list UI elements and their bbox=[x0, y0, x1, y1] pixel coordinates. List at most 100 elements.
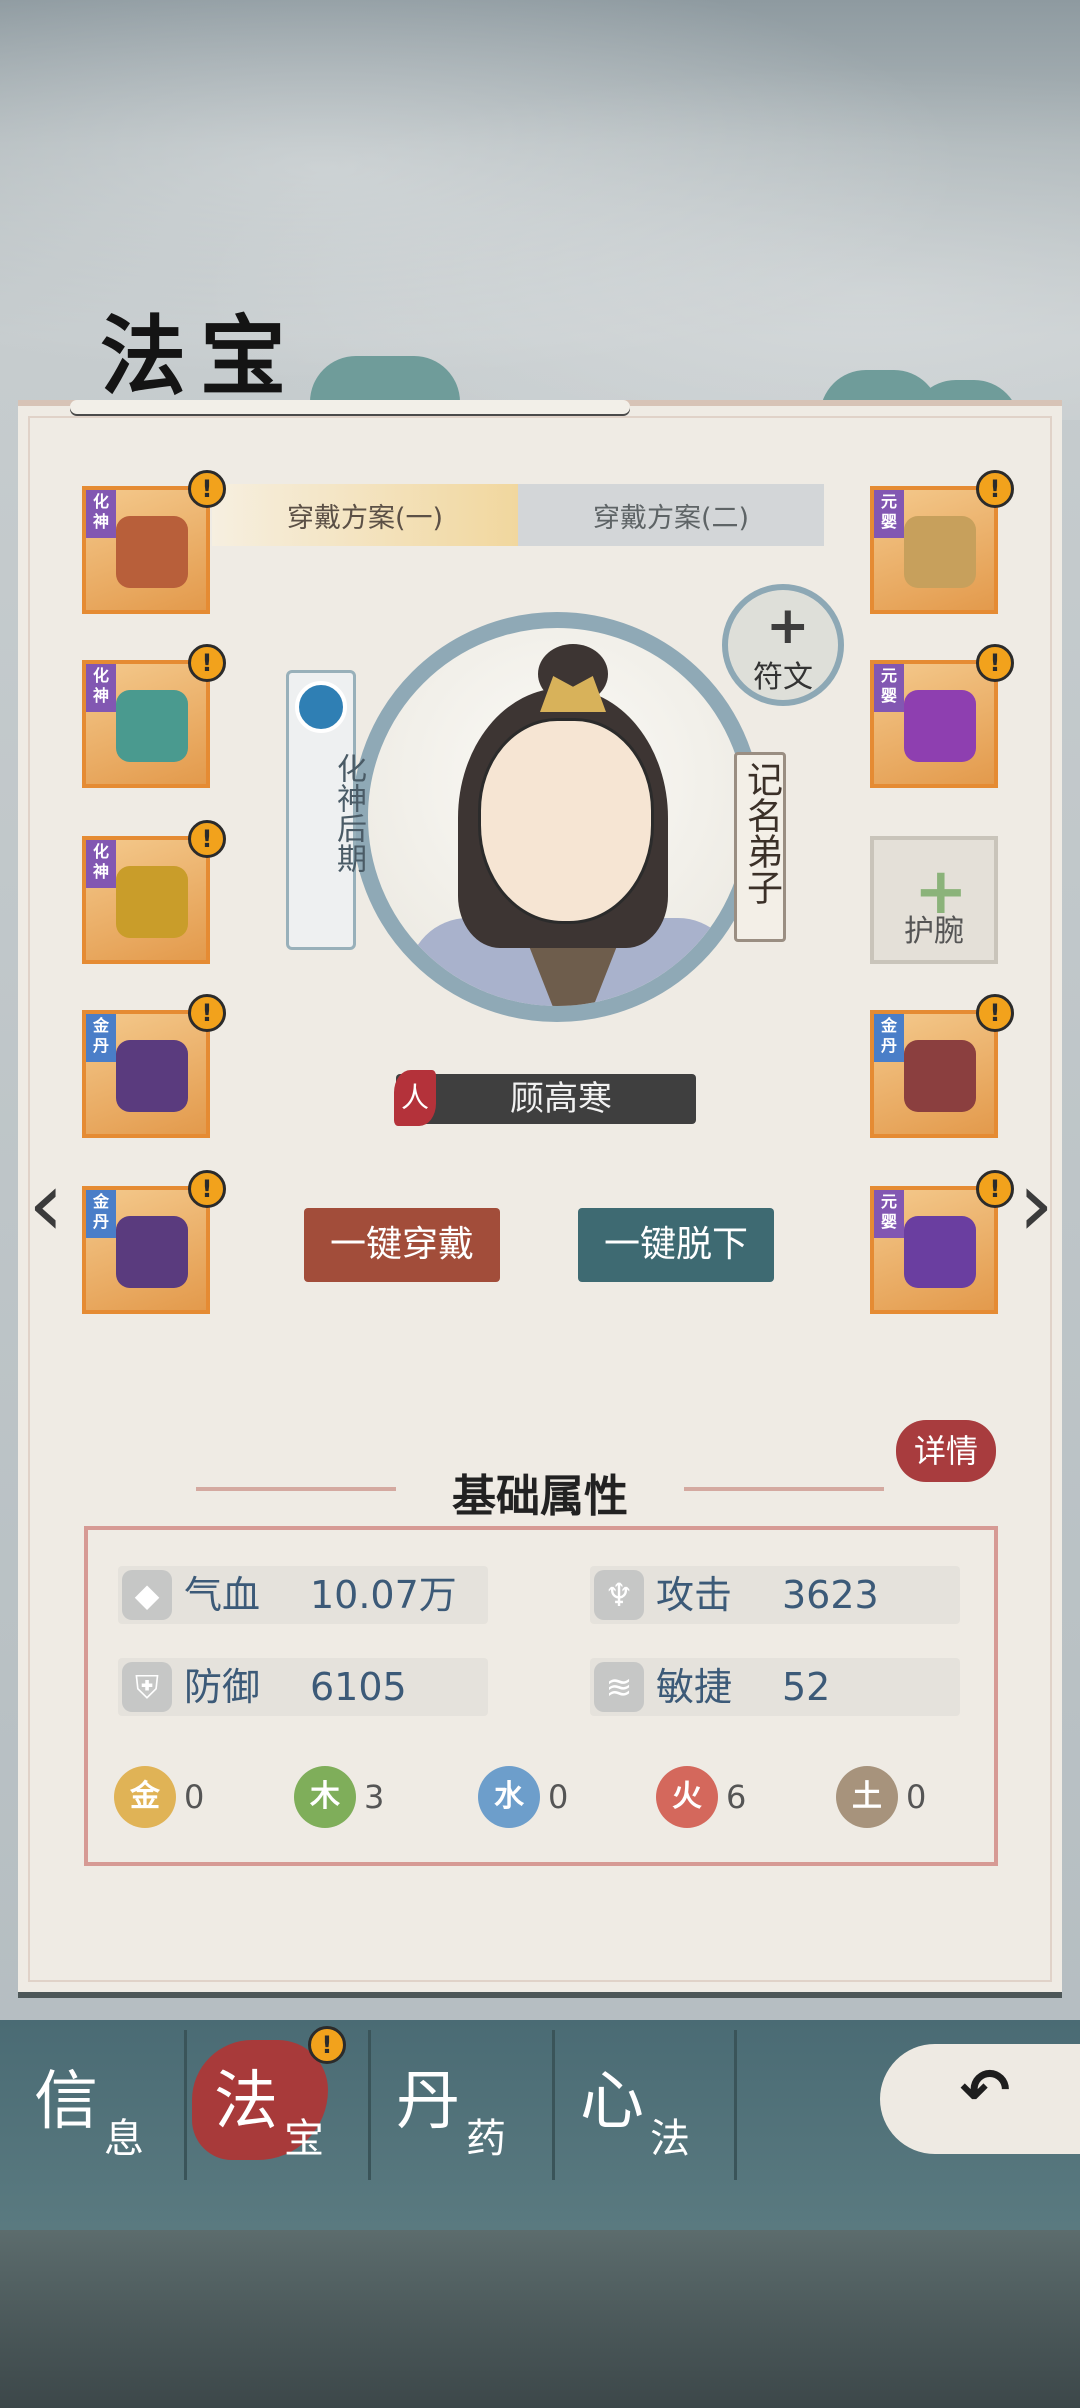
treasure-icon bbox=[116, 516, 188, 588]
character-portrait bbox=[352, 612, 762, 1022]
nav-pills[interactable]: 丹 药 bbox=[386, 2040, 566, 2190]
alert-icon: ! bbox=[188, 820, 226, 858]
stat-label: 攻击 bbox=[656, 1573, 733, 1617]
equipment-slot-right-1[interactable]: 元婴 ! bbox=[870, 470, 1014, 614]
swirl-icon bbox=[295, 681, 347, 733]
stat-agility: ≋ 敏捷 52 bbox=[590, 1658, 960, 1716]
attack-icon: ♆ bbox=[594, 1570, 644, 1620]
tier-tag: 化神 bbox=[86, 490, 116, 538]
nav-sublabel: 药 bbox=[466, 2116, 506, 2162]
alert-icon: ! bbox=[976, 994, 1014, 1032]
rune-button[interactable]: + 符文 bbox=[722, 584, 844, 706]
equipment-slot-left-1[interactable]: 化神 ! bbox=[82, 470, 226, 614]
stat-defense: ⛨ 防御 6105 bbox=[118, 1658, 488, 1716]
boots-icon bbox=[116, 1216, 188, 1288]
face-shape bbox=[478, 718, 654, 924]
race-seal: 人 bbox=[394, 1070, 436, 1126]
element-badge: 水 bbox=[478, 1766, 540, 1828]
stat-value: 3623 bbox=[782, 1573, 879, 1617]
nav-treasure[interactable]: 法 宝 ! bbox=[204, 2026, 384, 2190]
title-underline bbox=[70, 400, 630, 414]
tier-tag: 元婴 bbox=[874, 664, 904, 712]
tier-tag: 元婴 bbox=[874, 490, 904, 538]
alert-icon: ! bbox=[308, 2026, 346, 2064]
element-badge: 金 bbox=[114, 1766, 176, 1828]
element-count: 0 bbox=[548, 1778, 569, 1816]
alert-icon: ! bbox=[188, 644, 226, 682]
nav-sublabel: 息 bbox=[104, 2116, 144, 2162]
seal-icon bbox=[116, 866, 188, 938]
tier-tag: 化神 bbox=[86, 664, 116, 712]
equipment-slot-bracer-empty[interactable]: + 护腕 bbox=[870, 836, 998, 964]
nav-label: 法 bbox=[214, 2065, 278, 2139]
element-water: 水 0 bbox=[478, 1766, 568, 1828]
pendant-icon bbox=[904, 690, 976, 762]
stat-value: 6105 bbox=[310, 1665, 407, 1709]
mountain-background bbox=[0, 2230, 1080, 2408]
rune-label: 符文 bbox=[753, 660, 813, 695]
alert-icon: ! bbox=[976, 644, 1014, 682]
cloud-decoration bbox=[310, 356, 460, 402]
alert-icon: ! bbox=[976, 470, 1014, 508]
robe-icon bbox=[116, 1040, 188, 1112]
nav-label: 丹 bbox=[396, 2065, 460, 2139]
element-metal: 金 0 bbox=[114, 1766, 204, 1828]
nav-sublabel: 宝 bbox=[284, 2116, 324, 2162]
ring-icon bbox=[904, 1216, 976, 1288]
stat-label: 防御 bbox=[184, 1665, 261, 1709]
equipment-slot-left-5[interactable]: 金丹 ! bbox=[82, 1170, 226, 1314]
loadout-tabs: 穿戴方案(一) 穿戴方案(二) bbox=[212, 484, 824, 546]
stat-label: 敏捷 bbox=[656, 1665, 733, 1709]
tab-loadout-1[interactable]: 穿戴方案(一) bbox=[212, 484, 518, 546]
equipment-slot-right-2[interactable]: 元婴 ! bbox=[870, 644, 1014, 788]
equipment-slot-left-2[interactable]: 化神 ! bbox=[82, 644, 226, 788]
stat-value: 52 bbox=[782, 1665, 831, 1709]
equipment-slot-left-3[interactable]: 化神 ! bbox=[82, 820, 226, 964]
plus-icon: + bbox=[766, 596, 810, 656]
blood-icon: ◆ bbox=[122, 1570, 172, 1620]
section-title: 基础属性 bbox=[452, 1471, 628, 1522]
element-count: 3 bbox=[364, 1778, 385, 1816]
slot-label: 护腕 bbox=[904, 914, 964, 949]
equipment-slot-right-5[interactable]: 元婴 ! bbox=[870, 1170, 1014, 1314]
character-name: 顾高寒 bbox=[510, 1079, 612, 1119]
tier-tag: 金丹 bbox=[874, 1014, 904, 1062]
equipment-slot-right-4[interactable]: 金丹 ! bbox=[870, 994, 1014, 1138]
element-earth: 土 0 bbox=[836, 1766, 926, 1828]
unequip-all-button[interactable]: 一键脱下 bbox=[578, 1208, 774, 1282]
back-arrow-icon: ↶ bbox=[960, 2056, 1011, 2126]
realm-ribbon: 化神后期 bbox=[286, 670, 366, 950]
stat-hp: ◆ 气血 10.07万 bbox=[118, 1566, 488, 1624]
element-badge: 土 bbox=[836, 1766, 898, 1828]
next-arrow-icon[interactable]: › bbox=[1006, 1160, 1066, 1250]
element-badge: 木 bbox=[294, 1766, 356, 1828]
element-count: 0 bbox=[906, 1778, 927, 1816]
nav-label: 心 bbox=[580, 2065, 644, 2139]
stat-label: 气血 bbox=[184, 1573, 261, 1617]
rank-text: 记名弟子 bbox=[741, 761, 782, 905]
tier-tag: 金丹 bbox=[86, 1190, 116, 1238]
alert-icon: ! bbox=[188, 1170, 226, 1208]
prev-arrow-icon[interactable]: ‹ bbox=[16, 1160, 76, 1250]
rank-ribbon: 记名弟子 bbox=[734, 752, 786, 942]
tier-tag: 金丹 bbox=[86, 1014, 116, 1062]
tier-tag: 化神 bbox=[86, 840, 116, 888]
wind-icon: ≋ bbox=[594, 1662, 644, 1712]
alert-icon: ! bbox=[188, 994, 226, 1032]
nav-sublabel: 法 bbox=[650, 2116, 690, 2162]
tab-loadout-2[interactable]: 穿戴方案(二) bbox=[518, 484, 824, 546]
tier-tag: 元婴 bbox=[874, 1190, 904, 1238]
element-count: 6 bbox=[726, 1778, 747, 1816]
nav-info[interactable]: 信 息 bbox=[24, 2040, 204, 2190]
element-count: 0 bbox=[184, 1778, 205, 1816]
belt-icon bbox=[904, 1040, 976, 1112]
stat-attack: ♆ 攻击 3623 bbox=[590, 1566, 960, 1624]
cauldron-icon bbox=[116, 690, 188, 762]
nav-techniques[interactable]: 心 法 bbox=[570, 2040, 750, 2190]
equipment-slot-left-4[interactable]: 金丹 ! bbox=[82, 994, 226, 1138]
equip-all-button[interactable]: 一键穿戴 bbox=[304, 1208, 500, 1282]
shield-icon: ⛨ bbox=[122, 1662, 172, 1712]
element-badge: 火 bbox=[656, 1766, 718, 1828]
alert-icon: ! bbox=[188, 470, 226, 508]
realm-text: 化神后期 bbox=[331, 753, 366, 873]
